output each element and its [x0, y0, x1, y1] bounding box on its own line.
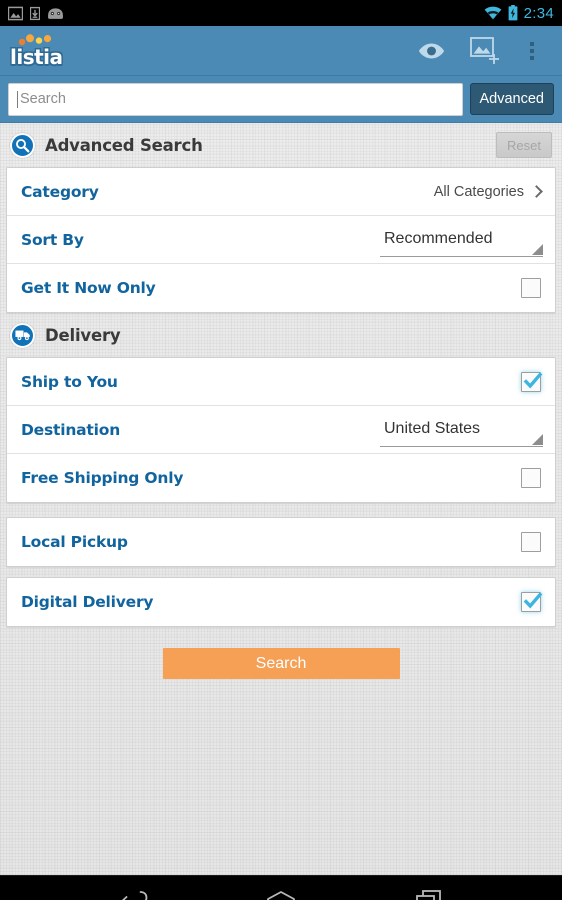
- destination-spinner[interactable]: United States: [380, 413, 543, 447]
- chevron-right-icon: [530, 185, 543, 198]
- sort-by-value: Recommended: [384, 230, 493, 247]
- row-label: Get It Now Only: [21, 279, 156, 297]
- overflow-menu-icon[interactable]: [512, 26, 552, 76]
- checkmark-icon: [523, 592, 543, 609]
- page-title: Advanced Search: [45, 135, 203, 155]
- spinner-triangle-icon: [532, 433, 543, 445]
- row-destination[interactable]: Destination United States: [7, 406, 555, 454]
- text-caret: [17, 90, 18, 108]
- search-bar: Search Advanced: [0, 76, 562, 123]
- row-free-shipping-only[interactable]: Free Shipping Only: [7, 454, 555, 502]
- android-face-icon: [48, 7, 63, 19]
- row-local-pickup[interactable]: Local Pickup: [7, 518, 555, 566]
- row-category[interactable]: Category All Categories: [7, 168, 555, 216]
- search-submit-area: Search: [0, 627, 562, 679]
- ship-to-you-checkbox[interactable]: [521, 371, 543, 392]
- watchlist-eye-icon[interactable]: [404, 26, 458, 76]
- row-ship-to-you[interactable]: Ship to You: [7, 358, 555, 406]
- logo-dots-icon: [18, 33, 52, 45]
- add-listing-icon: [470, 36, 499, 64]
- nav-home-button[interactable]: [251, 876, 311, 900]
- listia-logo[interactable]: listia: [10, 33, 63, 69]
- checkmark-icon: [523, 371, 543, 389]
- free-shipping-only-checkbox[interactable]: [521, 468, 541, 488]
- row-get-it-now-only[interactable]: Get It Now Only: [7, 264, 555, 312]
- row-value-group: All Categories: [434, 184, 543, 200]
- nav-recents-button[interactable]: [399, 876, 459, 900]
- eye-icon: [418, 42, 444, 59]
- sort-by-spinner[interactable]: Recommended: [380, 223, 543, 257]
- row-digital-delivery[interactable]: Digital Delivery: [7, 578, 555, 626]
- row-label: Sort By: [21, 230, 84, 249]
- home-icon: [267, 891, 295, 900]
- row-label: Category: [21, 182, 99, 201]
- delivery-title: Delivery: [45, 325, 121, 345]
- android-navigation-bar: [0, 875, 562, 900]
- delivery-ship-card: Ship to You Destination United States Fr…: [6, 357, 556, 503]
- row-label: Ship to You: [21, 372, 118, 391]
- row-value-group: [521, 278, 543, 298]
- battery-charging-icon: [508, 5, 517, 21]
- row-label: Free Shipping Only: [21, 469, 184, 487]
- row-label: Digital Delivery: [21, 593, 154, 611]
- row-value-group: [521, 371, 543, 392]
- search-input-placeholder: Search: [20, 91, 66, 107]
- delivery-header: Delivery: [0, 313, 562, 357]
- add-photo-icon[interactable]: [458, 26, 512, 76]
- local-pickup-checkbox[interactable]: [521, 532, 541, 552]
- action-bar-buttons: [404, 26, 552, 76]
- status-bar: 2:34: [0, 0, 562, 26]
- reset-button[interactable]: Reset: [496, 132, 552, 158]
- wifi-icon: [484, 6, 501, 20]
- category-value: All Categories: [433, 183, 524, 200]
- search-submit-button[interactable]: Search: [162, 648, 400, 679]
- row-value-group: [521, 592, 543, 612]
- search-input[interactable]: Search: [8, 82, 463, 116]
- advanced-search-header: Advanced Search Reset: [0, 123, 562, 167]
- nav-back-button[interactable]: [103, 876, 163, 900]
- row-label: Destination: [21, 420, 121, 439]
- row-label: Local Pickup: [21, 533, 128, 551]
- app-root: 2:34 listia Search Advanced Advanced Sea…: [0, 0, 562, 900]
- row-value-group: United States: [380, 413, 543, 447]
- destination-value: United States: [384, 420, 481, 437]
- row-value-group: [521, 468, 543, 488]
- listia-logo-text: listia: [10, 44, 63, 69]
- advanced-search-content: Advanced Search Reset Category All Categ…: [0, 123, 562, 875]
- search-circle-icon: [10, 132, 35, 158]
- back-arrow-icon: [121, 891, 148, 900]
- app-action-bar: listia: [0, 26, 562, 76]
- recent-apps-icon: [416, 890, 441, 900]
- search-options-card: Category All Categories Sort By Recommen…: [6, 167, 556, 313]
- advanced-button[interactable]: Advanced: [469, 83, 554, 115]
- get-it-now-only-checkbox[interactable]: [521, 278, 541, 298]
- row-sort-by[interactable]: Sort By Recommended: [7, 216, 555, 264]
- spinner-triangle-icon: [532, 243, 543, 255]
- magnifier-glyph: [16, 138, 30, 152]
- status-bar-left-icons: [8, 6, 64, 21]
- download-icon: [30, 6, 40, 20]
- status-bar-clock: 2:34: [523, 4, 554, 22]
- row-value-group: Recommended: [380, 223, 543, 257]
- status-bar-right-icons: 2:34: [484, 5, 554, 22]
- digital-delivery-card: Digital Delivery: [6, 577, 556, 627]
- screenshot-icon: [8, 6, 23, 20]
- overflow-dots: [530, 41, 534, 60]
- truck-glyph: [14, 330, 30, 341]
- delivery-truck-icon: [10, 322, 35, 348]
- local-pickup-card: Local Pickup: [6, 517, 556, 567]
- digital-delivery-checkbox[interactable]: [521, 592, 543, 612]
- row-value-group: [521, 532, 543, 552]
